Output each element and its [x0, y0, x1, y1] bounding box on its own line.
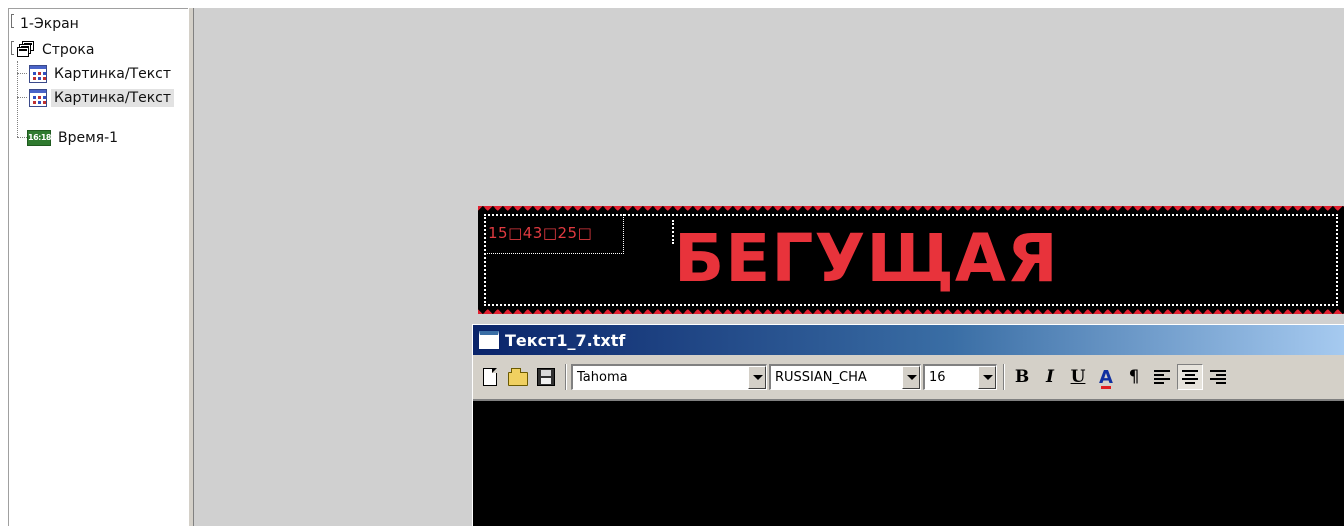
editor-toolbar: Tahoma RUSSIAN_CHA 16 B I U A ¶: [473, 357, 1344, 397]
save-file-button[interactable]: [533, 364, 559, 390]
font-value: Tahoma: [577, 370, 628, 385]
editor-title-bar[interactable]: Текст1_7.txtf: [473, 325, 1344, 355]
font-select[interactable]: Tahoma: [571, 364, 767, 390]
picture-text-icon: [29, 89, 47, 107]
tree-root-bracket: [11, 14, 14, 28]
window-icon: [479, 331, 499, 349]
align-center-button[interactable]: [1177, 364, 1203, 390]
bold-icon: B: [1014, 367, 1030, 387]
tree-item-label: Картинка/Текст: [54, 66, 172, 82]
chevron-down-icon[interactable]: [978, 366, 996, 389]
italic-icon: I: [1046, 367, 1054, 387]
led-preview[interactable]: 15□43□25□ БЕГУЩАЯ: [478, 206, 1344, 314]
tree-item-time[interactable]: 16:18 Время-1: [27, 127, 121, 149]
underline-icon: U: [1070, 367, 1086, 387]
new-file-button[interactable]: [477, 364, 503, 390]
chevron-down-icon[interactable]: [748, 366, 766, 389]
tree-item-screen[interactable]: 1-Экран: [17, 13, 82, 35]
pilcrow-icon: ¶: [1128, 367, 1140, 387]
chevron-down-icon[interactable]: [902, 366, 920, 389]
toolbar-separator: [1003, 364, 1005, 390]
tree-connector: [17, 137, 27, 138]
led-clock-text: 15□43□25□: [488, 224, 593, 242]
text-editor-window: Текст1_7.txtf Tahoma RUSSIAN_CHA 16 B I …: [472, 324, 1344, 526]
italic-button[interactable]: I: [1037, 364, 1063, 390]
font-size-select[interactable]: 16: [923, 364, 997, 390]
open-folder-icon: [508, 368, 528, 386]
open-file-button[interactable]: [505, 364, 531, 390]
tree-item-picture-text-1[interactable]: Картинка/Текст: [29, 63, 174, 85]
charset-value: RUSSIAN_CHA: [775, 370, 867, 385]
align-center-icon: [1182, 370, 1198, 384]
text-color-button[interactable]: A: [1093, 364, 1119, 390]
tree-item-label: Время-1: [58, 130, 119, 146]
align-left-icon: [1154, 370, 1170, 384]
save-disk-icon: [537, 368, 555, 386]
tree-connector: [17, 97, 27, 98]
editor-title: Текст1_7.txtf: [505, 330, 626, 350]
charset-select[interactable]: RUSSIAN_CHA: [769, 364, 921, 390]
paragraph-button[interactable]: ¶: [1121, 364, 1147, 390]
tree-panel: 1-Экран Строка Картинка/Текст Картинка/Т…: [8, 8, 188, 526]
toolbar-separator: [565, 364, 567, 390]
tree-connector: [17, 73, 27, 74]
align-right-button[interactable]: [1205, 364, 1231, 390]
picture-text-icon: [29, 65, 47, 83]
tree-node-bracket: [11, 41, 14, 55]
rows-stack-icon: [17, 41, 35, 59]
editor-text-area[interactable]: [473, 399, 1344, 526]
align-left-button[interactable]: [1149, 364, 1175, 390]
bold-button[interactable]: B: [1009, 364, 1035, 390]
tree-item-label: Картинка/Текст: [51, 89, 175, 107]
font-size-value: 16: [929, 370, 946, 385]
led-scroll-text: БЕГУЩАЯ: [674, 220, 1059, 297]
underline-button[interactable]: U: [1065, 364, 1091, 390]
tree-item-picture-text-2[interactable]: Картинка/Текст: [29, 87, 175, 109]
tree-item-label: Строка: [42, 42, 95, 58]
tree-item-row[interactable]: Строка: [17, 39, 97, 61]
tree-item-label: 1-Экран: [20, 16, 79, 32]
align-right-icon: [1210, 370, 1226, 384]
clock-display-icon: 16:18: [27, 130, 51, 146]
text-color-icon: A: [1099, 366, 1113, 389]
new-file-icon: [483, 368, 497, 386]
